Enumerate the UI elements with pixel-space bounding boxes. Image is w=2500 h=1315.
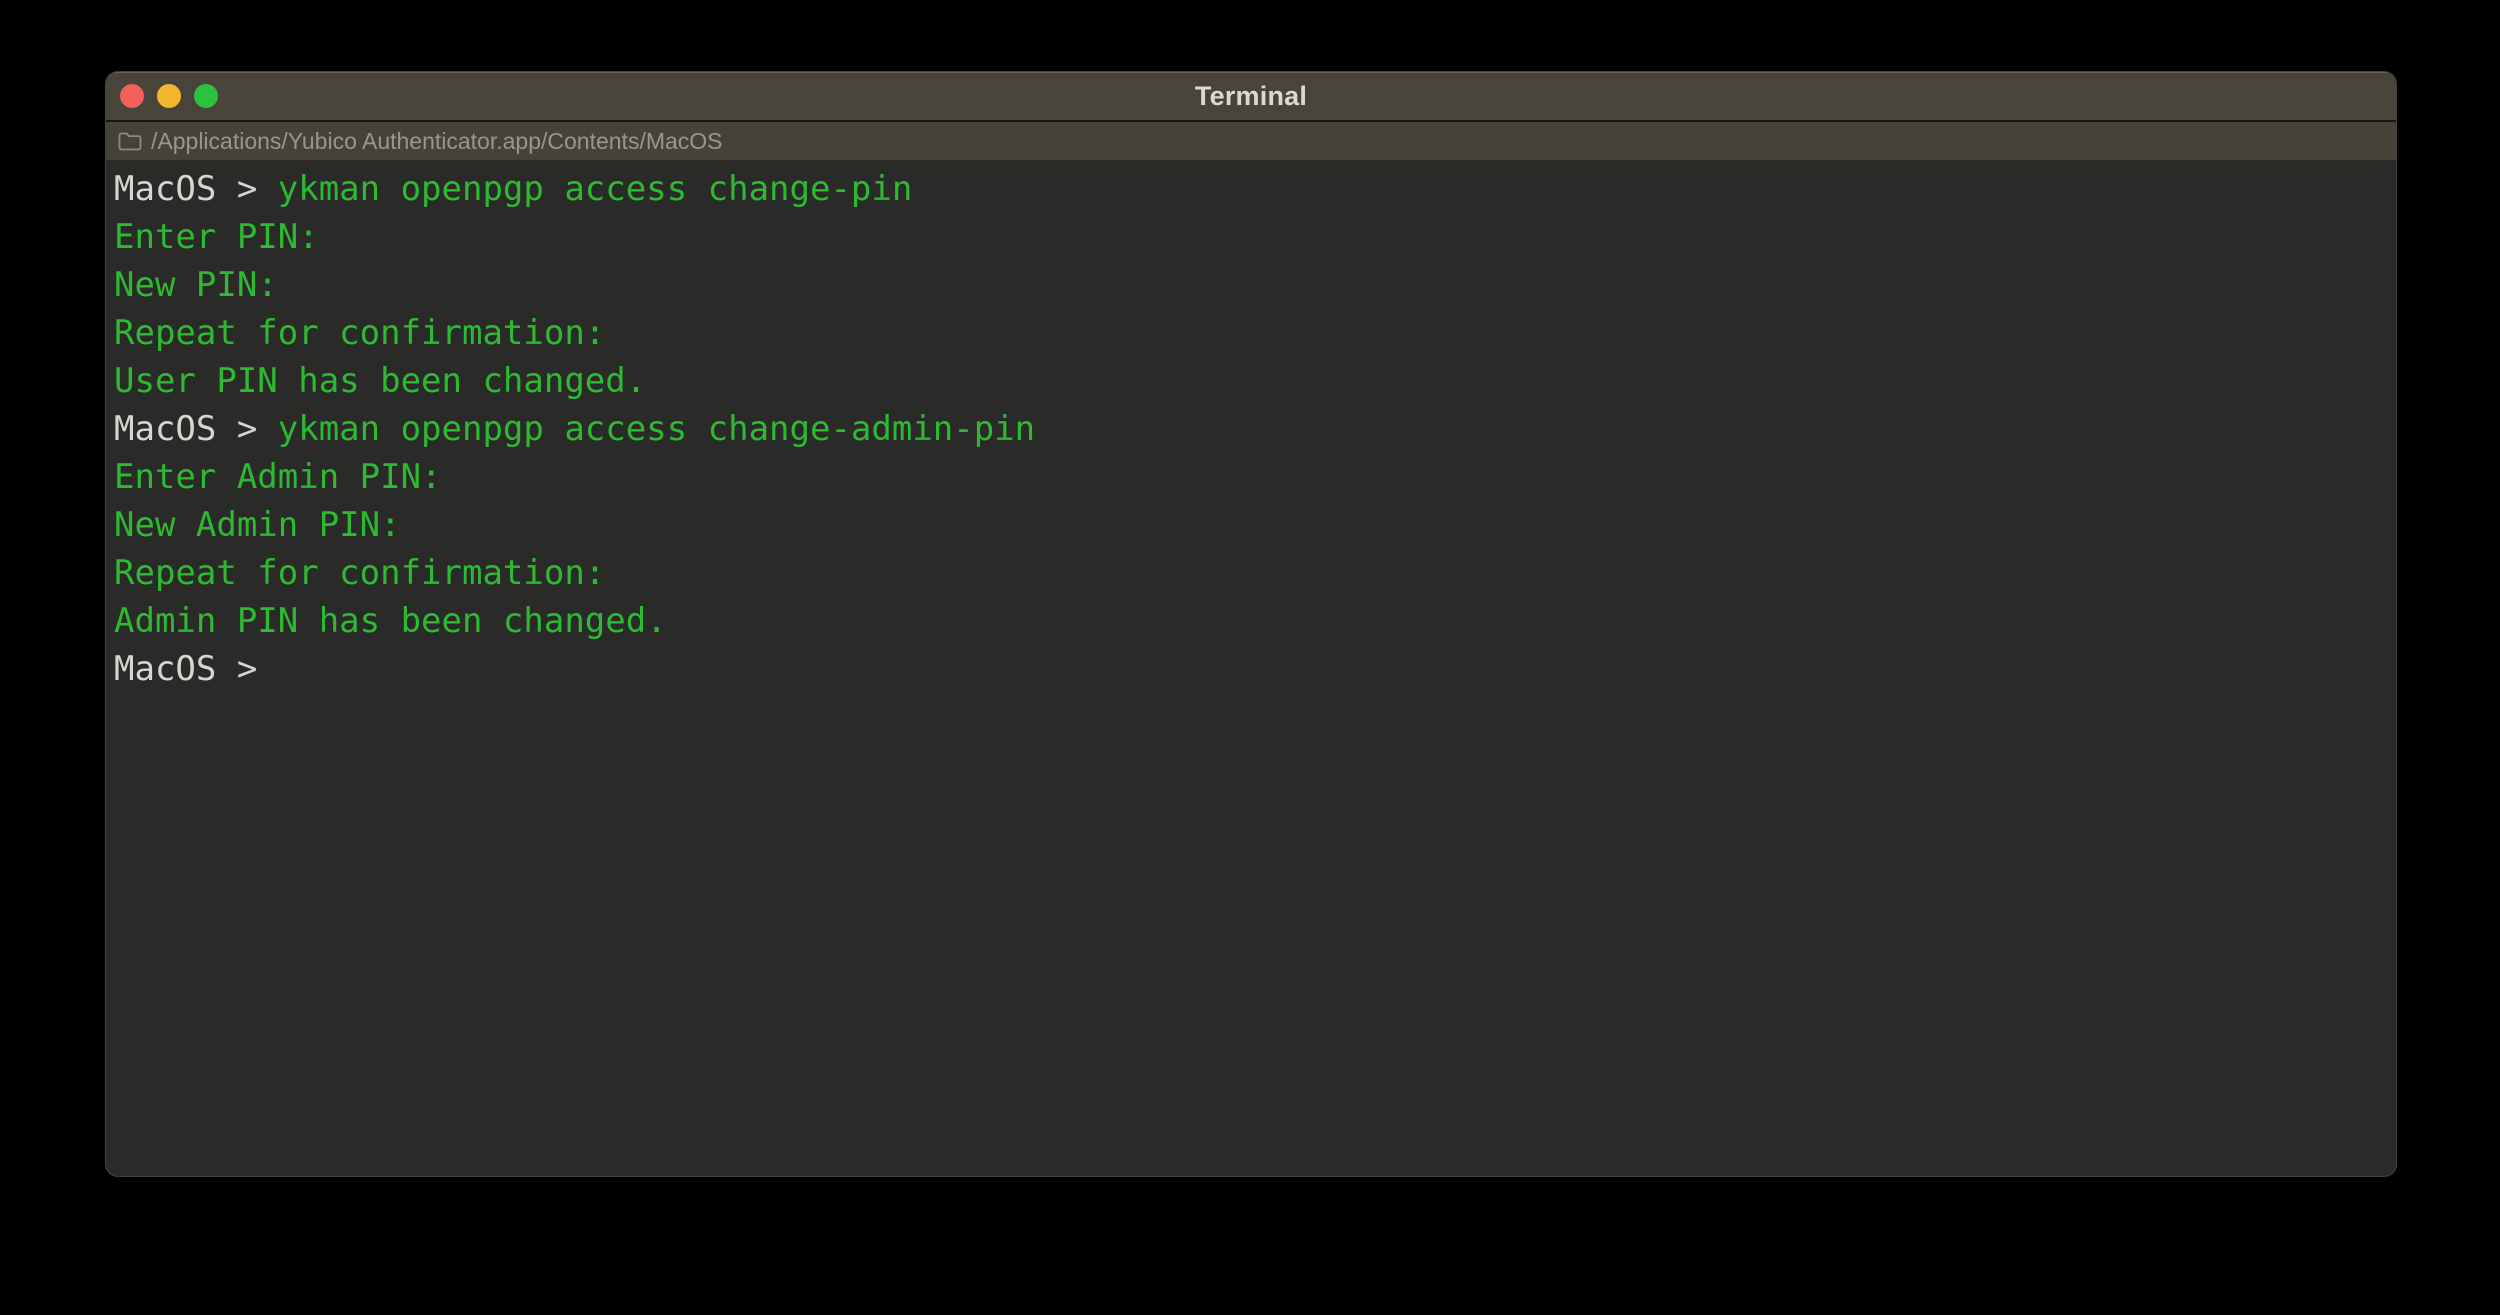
terminal-line: New Admin PIN:: [114, 501, 2376, 549]
close-button[interactable]: [120, 84, 144, 108]
terminal-output-text: Repeat for confirmation:: [114, 553, 606, 593]
terminal-output-text: ykman openpgp access change-admin-pin: [277, 409, 1036, 449]
terminal-output-text: Repeat for confirmation:: [114, 313, 606, 353]
terminal-line: Enter Admin PIN:: [114, 453, 2376, 501]
terminal-output-text: New PIN:: [114, 265, 278, 305]
terminal-line: New PIN:: [114, 261, 2376, 309]
window-title: Terminal: [1194, 80, 1308, 111]
window-titlebar[interactable]: Terminal: [106, 72, 2396, 122]
terminal-line: User PIN has been changed.: [114, 357, 2376, 405]
terminal-output-text: Admin PIN has been changed.: [114, 601, 667, 641]
terminal-screen[interactable]: MacOS > ykman openpgp access change-pin E…: [106, 161, 2396, 693]
terminal-line: MacOS > ykman openpgp access change-pin: [114, 165, 2376, 213]
folder-icon: [118, 131, 142, 151]
terminal-window: Terminal /Applications/Yubico Authentica…: [105, 71, 2397, 1177]
desktop-background: Terminal /Applications/Yubico Authentica…: [0, 0, 2500, 1315]
terminal-output-text: Enter Admin PIN:: [114, 457, 442, 497]
terminal-prompt-text: MacOS >: [114, 649, 278, 689]
terminal-line: Enter PIN:: [114, 213, 2376, 261]
traffic-lights: [120, 72, 218, 120]
terminal-line: MacOS > ykman openpgp access change-admi…: [114, 405, 2376, 453]
terminal-prompt-text: MacOS >: [114, 409, 278, 449]
terminal-output-text: Enter PIN:: [114, 217, 319, 257]
terminal-line: Admin PIN has been changed.: [114, 597, 2376, 645]
tab-bar[interactable]: /Applications/Yubico Authenticator.app/C…: [106, 122, 2396, 161]
terminal-line: Repeat for confirmation:: [114, 549, 2376, 597]
terminal-line: MacOS >: [114, 645, 2376, 693]
minimize-button[interactable]: [157, 84, 181, 108]
terminal-output-text: New Admin PIN:: [114, 505, 401, 545]
terminal-output-text: User PIN has been changed.: [114, 361, 647, 401]
terminal-line: Repeat for confirmation:: [114, 309, 2376, 357]
working-directory-path: /Applications/Yubico Authenticator.app/C…: [151, 127, 723, 154]
terminal-prompt-text: MacOS >: [114, 169, 278, 209]
terminal-output-text: ykman openpgp access change-pin: [277, 169, 913, 209]
zoom-button[interactable]: [194, 84, 218, 108]
